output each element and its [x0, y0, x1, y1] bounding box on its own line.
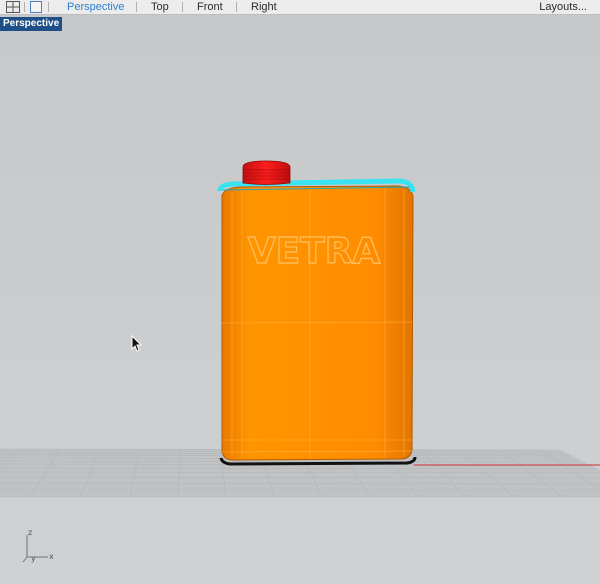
tab-separator: [136, 2, 137, 12]
layouts-button[interactable]: Layouts...: [539, 0, 587, 14]
single-viewport-icon[interactable]: [30, 0, 42, 14]
perspective-viewport[interactable]: VETRA Perspective z y x: [0, 15, 600, 584]
vetra-can-model: VETRA: [217, 160, 417, 466]
viewport-scene: VETRA: [0, 15, 600, 584]
world-axis-icon: z y x: [22, 528, 54, 563]
tab-separator: [236, 2, 237, 12]
viewport-title[interactable]: Perspective: [0, 17, 63, 31]
four-viewports-icon[interactable]: [6, 0, 20, 14]
can-label-text: VETRA: [248, 231, 381, 272]
tab-separator: [24, 2, 25, 12]
tab-front[interactable]: Front: [197, 0, 223, 14]
viewport-tab-bar: Perspective Top Front Right Layouts...: [0, 0, 600, 15]
can-cap: [242, 160, 291, 185]
tab-top[interactable]: Top: [151, 0, 169, 14]
tab-perspective[interactable]: Perspective: [67, 0, 124, 14]
tab-separator: [48, 2, 49, 12]
axis-x-label: x: [49, 552, 54, 561]
tab-right[interactable]: Right: [251, 0, 277, 14]
mouse-pointer-icon: [131, 335, 143, 352]
tab-separator: [182, 2, 183, 12]
axis-z-label: z: [28, 528, 32, 537]
axis-y-label: y: [31, 554, 36, 563]
